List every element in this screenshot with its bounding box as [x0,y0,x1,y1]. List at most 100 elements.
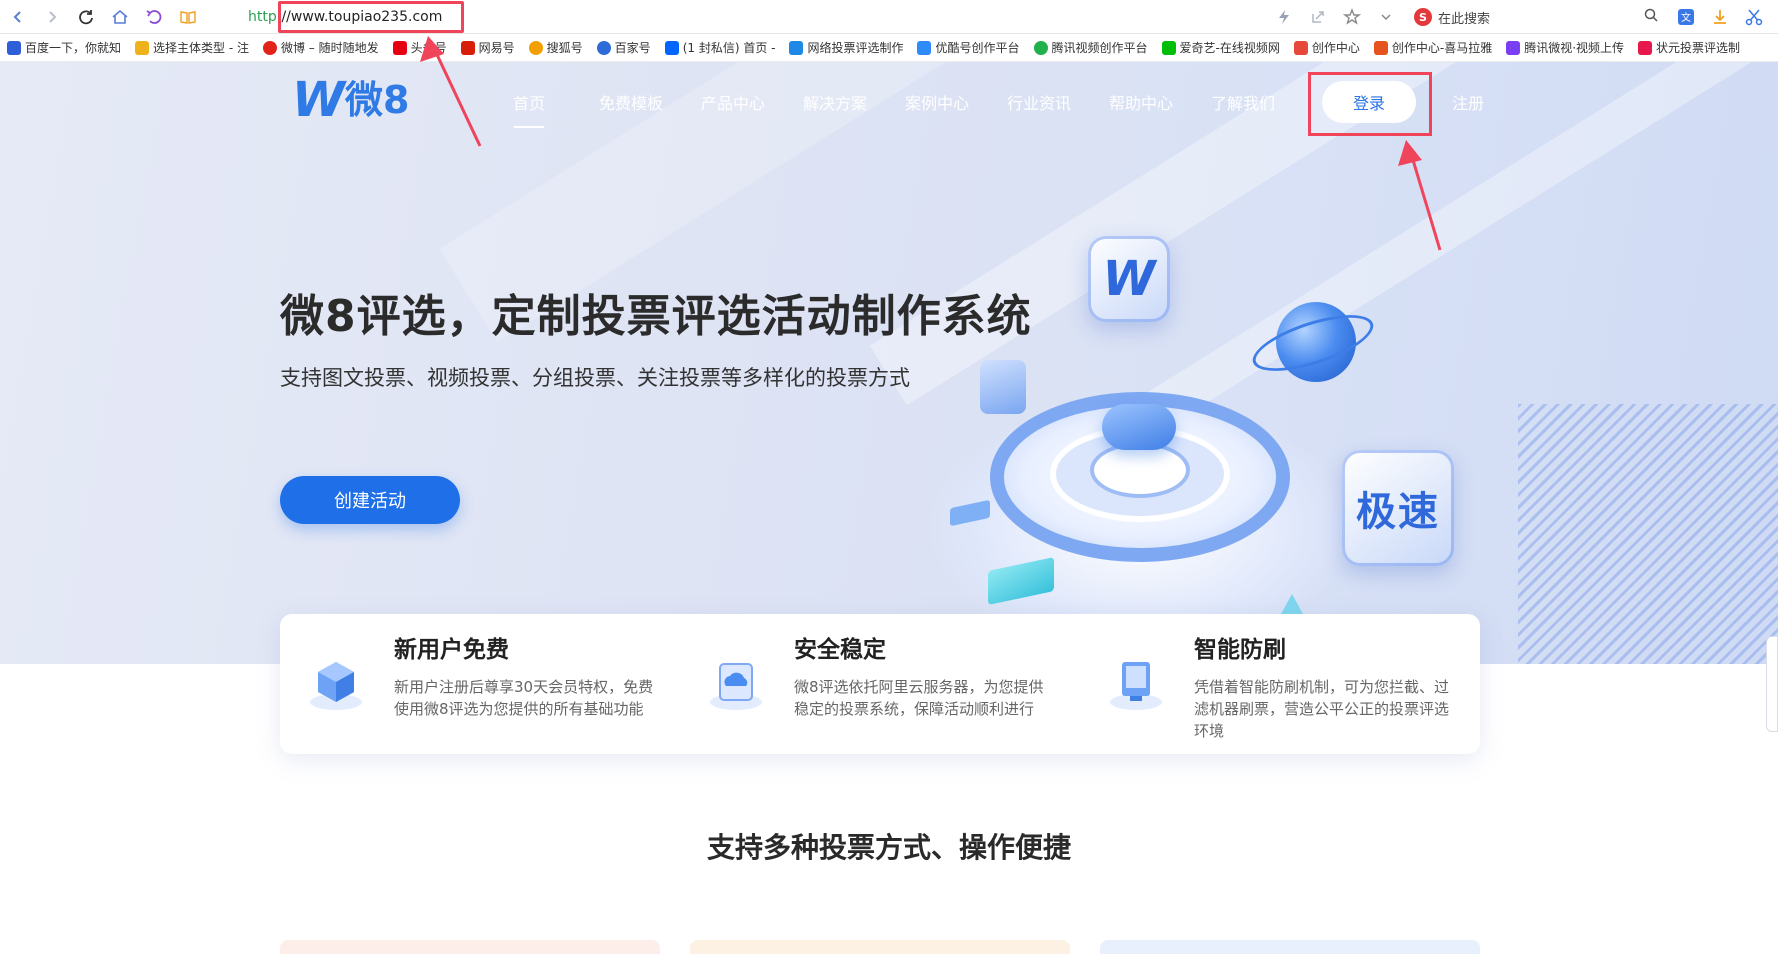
download-icon[interactable] [1706,3,1734,31]
bookmark-favicon [1033,40,1048,55]
nav-item-home[interactable]: 首页 [478,62,580,142]
cubes-icon [306,656,366,712]
bookmark-favicon [1638,40,1653,55]
feature-item: 安全稳定 微8评选依托阿里云服务器，为您提供稳定的投票系统，保障活动顺利进行 [680,614,1080,754]
toolbar-right: S 在此搜索 文 [1270,0,1778,34]
star-icon[interactable] [1338,3,1366,31]
bookmark-label: 状元投票评选制 [1656,41,1741,55]
bookmark-item[interactable]: 搜狐号 [522,34,590,61]
bookmark-item[interactable]: 微博 – 随时随地发 [256,34,386,61]
reader-icon[interactable] [174,3,202,31]
shield-monitor-icon [1106,656,1166,712]
blocks-icon [980,360,1026,414]
bookmark-label: 腾讯微视·视频上传 [1524,41,1625,55]
content-card-peek [1100,940,1480,954]
bookmark-item[interactable]: 状元投票评选制 [1631,34,1747,61]
nav-controls [0,3,202,31]
bookmark-label: 百家号 [614,41,651,55]
forward-icon[interactable] [38,3,66,31]
bookmark-item[interactable]: 头条号 [386,34,454,61]
feature-title: 安全稳定 [794,637,886,663]
bookmark-favicon [135,40,150,55]
nav-item-free-templates[interactable]: 免费模板 [580,62,682,142]
browser-toolbar: http://www.toupiao235.com S 在此搜索 文 [0,0,1778,34]
bookmark-favicon [664,40,679,55]
side-toolbar-handle[interactable] [1766,636,1778,732]
bookmark-item[interactable]: 创作中心-喜马拉雅 [1367,34,1499,61]
bookmark-item[interactable]: 网易号 [454,34,522,61]
hero-stripe-pattern [1518,404,1778,664]
search-icon[interactable] [1644,8,1658,26]
logo-text: 微8 [344,78,410,122]
refresh-icon[interactable] [72,3,100,31]
bookmark-item[interactable]: 优酷号创作平台 [910,34,1026,61]
share-icon[interactable] [1304,3,1332,31]
search-engine-icon[interactable]: S [1414,8,1432,26]
feature-desc: 凭借着智能防刷机制，可为您拦截、过滤机器刷票，营造公平公正的投票评选环境 [1194,678,1450,740]
bookmark-item[interactable]: 创作中心 [1287,34,1367,61]
logo-cube: W [1088,236,1170,322]
bookmark-item[interactable]: 网络投票评选制作 [782,34,910,61]
feature-title: 智能防刷 [1194,637,1286,663]
bookmark-label: 创作中心-喜马拉雅 [1391,41,1493,55]
content-card-peek [690,940,1070,954]
translate-icon[interactable]: 文 [1672,3,1700,31]
search-placeholder: 在此搜索 [1438,11,1491,27]
bookmark-favicon [1161,40,1176,55]
nav-item-cases[interactable]: 案例中心 [886,62,988,142]
back-icon[interactable] [4,3,32,31]
create-activity-button[interactable]: 创建活动 [280,476,460,524]
platform-core [1090,442,1190,498]
bookmark-favicon [789,40,804,55]
logo-mark: W [292,72,345,128]
address-annotation-box [278,1,464,33]
nav-item-products[interactable]: 产品中心 [682,62,784,142]
hero-section: W 微8 首页 免费模板 产品中心 解决方案 案例中心 行业资讯 帮助中心 了解… [0,62,1778,664]
bookmark-label: 优酷号创作平台 [935,41,1020,55]
cloud-server-icon [706,656,766,712]
bookmark-label: 选择主体类型 - 注 [153,41,249,55]
bookmark-label: (1 封私信) 首页 - [682,41,776,55]
speed-badge-text: 极速 [1356,489,1440,535]
bookmark-item[interactable]: (1 封私信) 首页 - [658,34,783,61]
bookmark-favicon [596,40,611,55]
feature-item: 智能防刷 凭借着智能防刷机制，可为您拦截、过滤机器刷票，营造公平公正的投票评选环… [1080,614,1480,754]
nav-item-solutions[interactable]: 解决方案 [784,62,886,142]
nav-item-about[interactable]: 了解我们 [1192,62,1294,142]
logo-cube-mark: W [1102,251,1156,307]
bookmark-favicon [917,40,932,55]
bookmarks-bar: 百度一下，你就知 选择主体类型 - 注 微博 – 随时随地发 头条号 网易号 搜… [0,34,1778,62]
bookmark-item[interactable]: 百度一下，你就知 [0,34,128,61]
register-link[interactable]: 注册 [1452,90,1484,114]
nav-item-news[interactable]: 行业资讯 [988,62,1090,142]
bookmark-label: 网络投票评选制作 [807,41,904,55]
chevron-down-icon[interactable] [1372,3,1400,31]
bookmark-label: 微博 – 随时随地发 [280,41,379,55]
bookmark-item[interactable]: 腾讯微视·视频上传 [1499,34,1631,61]
hero-subtitle: 支持图文投票、视频投票、分组投票、关注投票等多样化的投票方式 [280,366,910,390]
svg-text:文: 文 [1681,11,1691,24]
bookmark-item[interactable]: 选择主体类型 - 注 [128,34,256,61]
home-icon[interactable] [106,3,134,31]
content-card-peek [280,940,660,954]
bookmark-item[interactable]: 腾讯视频创作平台 [1027,34,1155,61]
feature-title: 新用户免费 [394,637,509,663]
bookmark-favicon [262,40,277,55]
address-scheme: http: [248,9,282,25]
bookmark-item[interactable]: 百家号 [590,34,658,61]
bookmark-favicon [7,40,21,55]
bookmark-favicon [1506,40,1521,55]
section-title: 支持多种投票方式、操作便捷 [706,831,1071,864]
undo-icon[interactable] [140,3,168,31]
bookmark-label: 百度一下，你就知 [25,41,122,55]
search-box[interactable]: S 在此搜索 [1406,4,1666,30]
lightning-icon[interactable] [1270,3,1298,31]
scissors-icon[interactable] [1740,3,1768,31]
bookmark-item[interactable]: 爱奇艺-在线视频网 [1155,34,1287,61]
bookmark-favicon [392,40,407,55]
nav-item-help[interactable]: 帮助中心 [1090,62,1192,142]
nav-links: 首页 免费模板 产品中心 解决方案 案例中心 行业资讯 帮助中心 了解我们 [478,62,1294,142]
site-logo[interactable]: W 微8 [292,76,409,124]
bookmark-favicon [1373,40,1388,55]
feature-desc: 新用户注册后尊享30天会员特权，免费使用微8评选为您提供的所有基础功能 [394,678,654,718]
